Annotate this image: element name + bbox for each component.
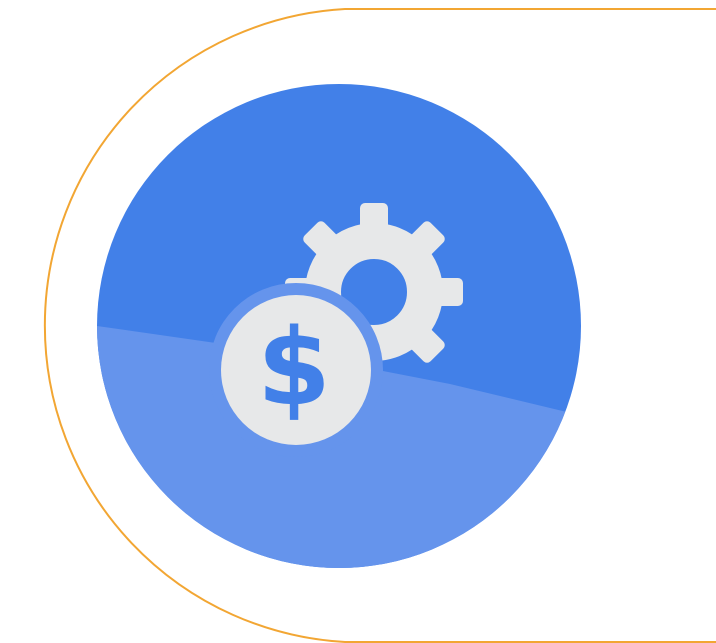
dollar-coin-icon: $ (209, 283, 383, 457)
settings-cost-illustration: $ (43, 8, 716, 643)
canvas: $ (0, 0, 716, 643)
dollar-sign: $ (257, 306, 331, 429)
